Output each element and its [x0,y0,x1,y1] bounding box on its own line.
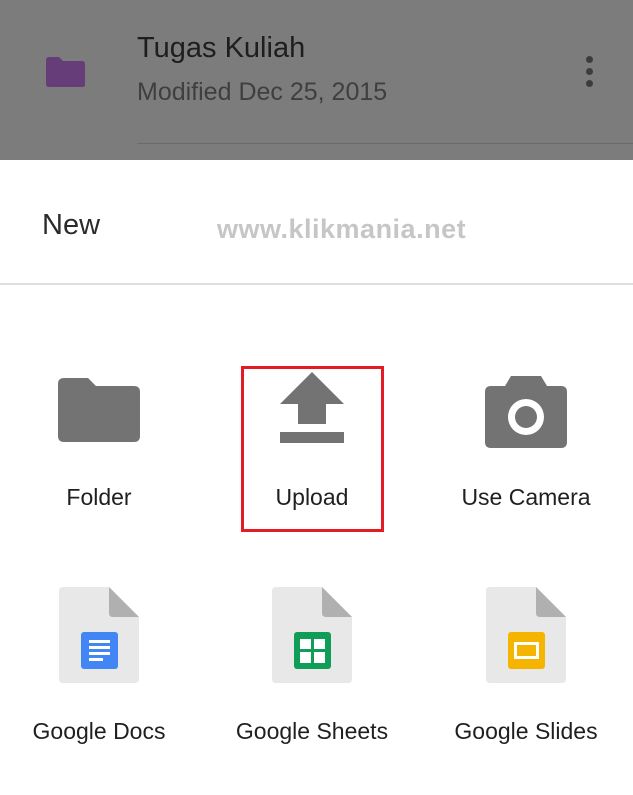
file-modified-date: Modified Dec 25, 2015 [137,78,388,106]
new-bottom-sheet: New www.klikmania.net Folder Upload Use … [0,160,633,795]
use-camera-action[interactable]: Use Camera [426,350,626,510]
watermark: www.klikmania.net [217,214,467,244]
google-sheets-icon [272,587,352,688]
google-docs-icon [59,587,139,688]
camera-icon [485,376,567,453]
google-sheets-action[interactable]: Google Sheets [212,580,412,744]
folder-icon [44,56,86,93]
google-slides-label: Google Slides [454,718,598,744]
sheet-header: New www.klikmania.net [0,160,633,285]
google-slides-icon [486,587,566,688]
google-sheets-label: Google Sheets [235,718,389,744]
file-row[interactable]: Tugas Kuliah Modified Dec 25, 2015 [0,0,633,160]
google-slides-action[interactable]: Google Slides [426,580,626,744]
google-docs-label: Google Docs [32,718,166,744]
row-divider [137,143,633,144]
file-name: Tugas Kuliah [137,32,306,64]
use-camera-label: Use Camera [461,484,591,510]
folder-label: Folder [66,484,132,510]
header-divider [0,283,633,285]
folder-icon [58,378,140,447]
sheet-title: New [42,209,101,241]
google-docs-action[interactable]: Google Docs [0,580,199,744]
upload-highlight-box [241,366,384,532]
more-options-icon[interactable] [586,56,594,88]
new-folder-action[interactable]: Folder [0,350,199,510]
